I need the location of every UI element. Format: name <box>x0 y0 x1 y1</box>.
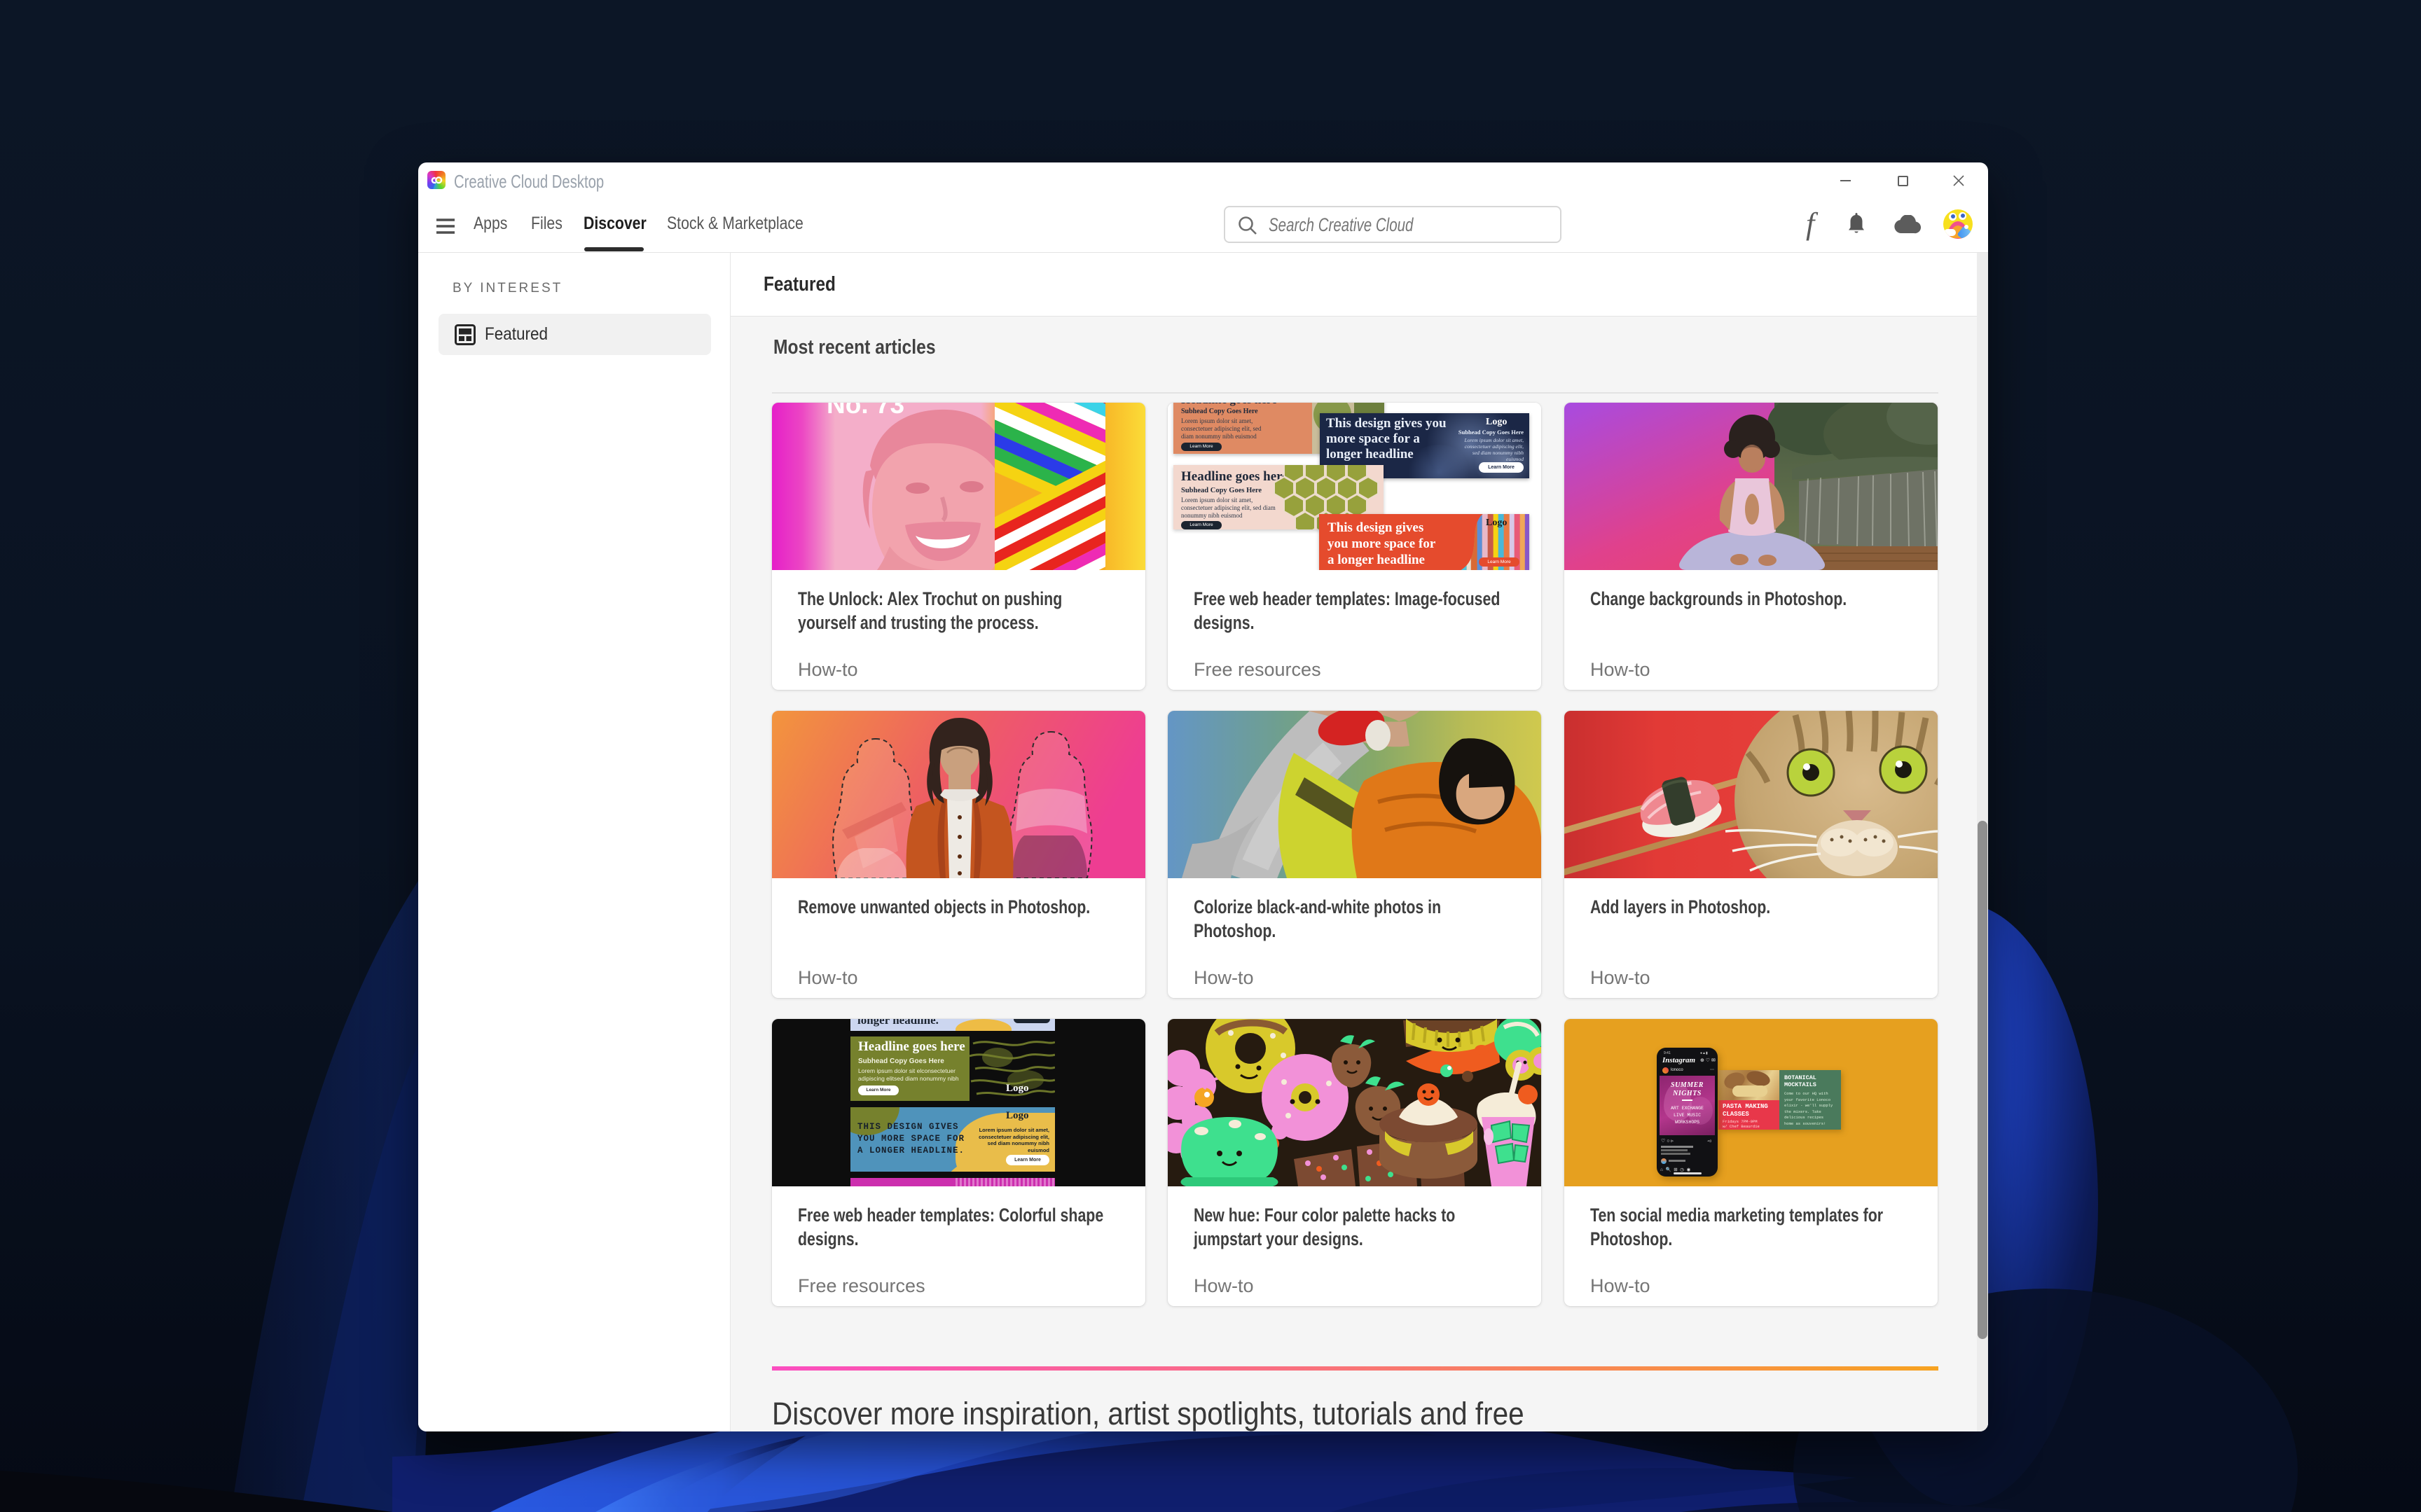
svg-text:No. 73: No. 73 <box>827 403 904 419</box>
svg-text:f: f <box>1806 209 1819 241</box>
